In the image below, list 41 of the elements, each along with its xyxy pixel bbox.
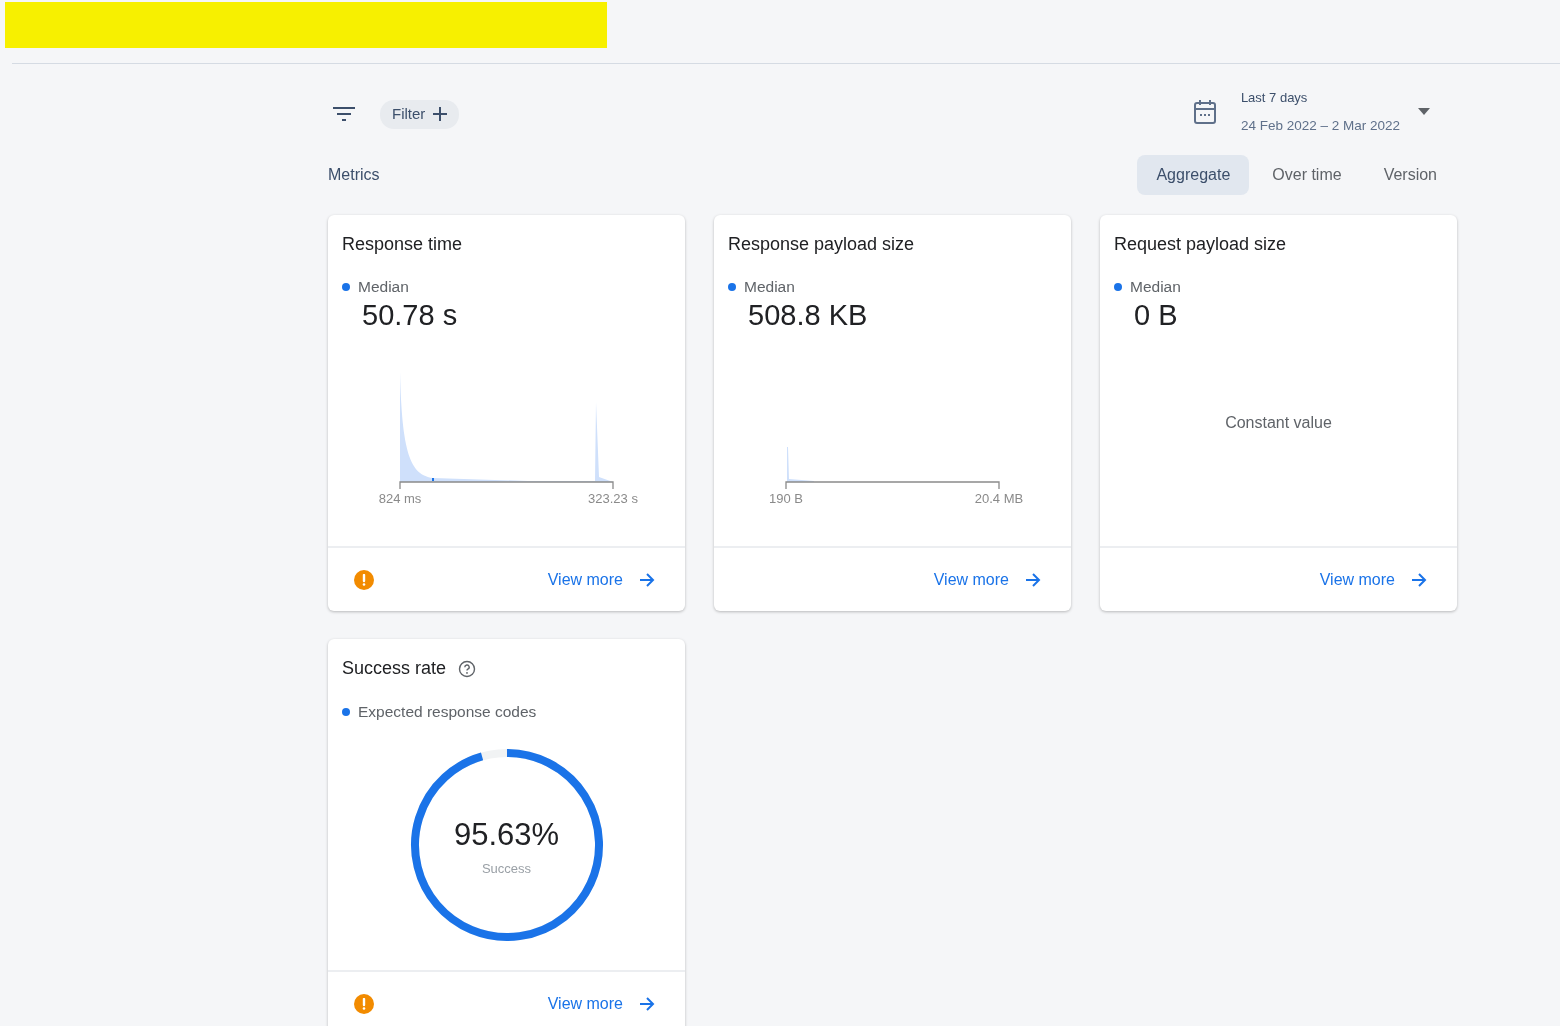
- metric-value: 0 B: [1134, 298, 1179, 334]
- plus-icon: [433, 107, 448, 122]
- axis-max-label: 323.23 s: [588, 491, 638, 507]
- axis-max-label: 20.4 MB: [974, 491, 1024, 507]
- arrow-icon: [1411, 571, 1427, 588]
- legend-dot: [342, 282, 350, 291]
- legend-dot: [342, 707, 350, 716]
- card-title: Response time: [342, 233, 463, 256]
- legend-label: Median: [1130, 277, 1181, 297]
- view-tab[interactable]: Version: [1364, 155, 1456, 195]
- legend-label: Median: [358, 277, 409, 297]
- view-more-link[interactable]: View more: [933, 567, 1041, 592]
- legend-label: Median: [744, 277, 795, 297]
- view-tab[interactable]: Aggregate: [1137, 155, 1250, 195]
- legend-label: Expected response codes: [358, 702, 537, 722]
- card-title: Success rate: [342, 657, 447, 680]
- section-title: Metrics: [328, 165, 380, 185]
- view-more-link[interactable]: View more: [1319, 567, 1427, 592]
- metric-value: 95.63%: [453, 816, 560, 855]
- view-more-link[interactable]: View more: [547, 991, 655, 1016]
- view-tab[interactable]: Over time: [1253, 155, 1361, 195]
- caret-icon: [1418, 108, 1430, 116]
- arrow-icon: [1025, 571, 1041, 588]
- legend-dot: [728, 282, 736, 291]
- help-icon[interactable]: [458, 659, 477, 678]
- axis-min-label: 190 B: [769, 491, 803, 507]
- constant-value-note: Constant value: [1225, 414, 1332, 432]
- calendar-icon: [1192, 98, 1217, 125]
- date-range-selector[interactable]: Last 7 days 24 Feb 2022 – 2 Mar 2022: [1240, 88, 1430, 136]
- filter-icon[interactable]: [332, 106, 356, 123]
- axis-min-label: 824 ms: [378, 491, 422, 507]
- arrow-icon: [639, 571, 655, 588]
- view-more-link[interactable]: View more: [547, 567, 655, 592]
- arrow-icon: [639, 995, 655, 1012]
- metric-value: 508.8 KB: [748, 298, 869, 334]
- filter-button[interactable]: Filter: [380, 100, 460, 129]
- metric-value: 50.78 s: [362, 298, 459, 334]
- metric-caption: Success: [481, 859, 532, 878]
- card-title: Request payload size: [1114, 233, 1287, 256]
- legend-dot: [1114, 282, 1122, 291]
- card-title: Response payload size: [728, 233, 915, 256]
